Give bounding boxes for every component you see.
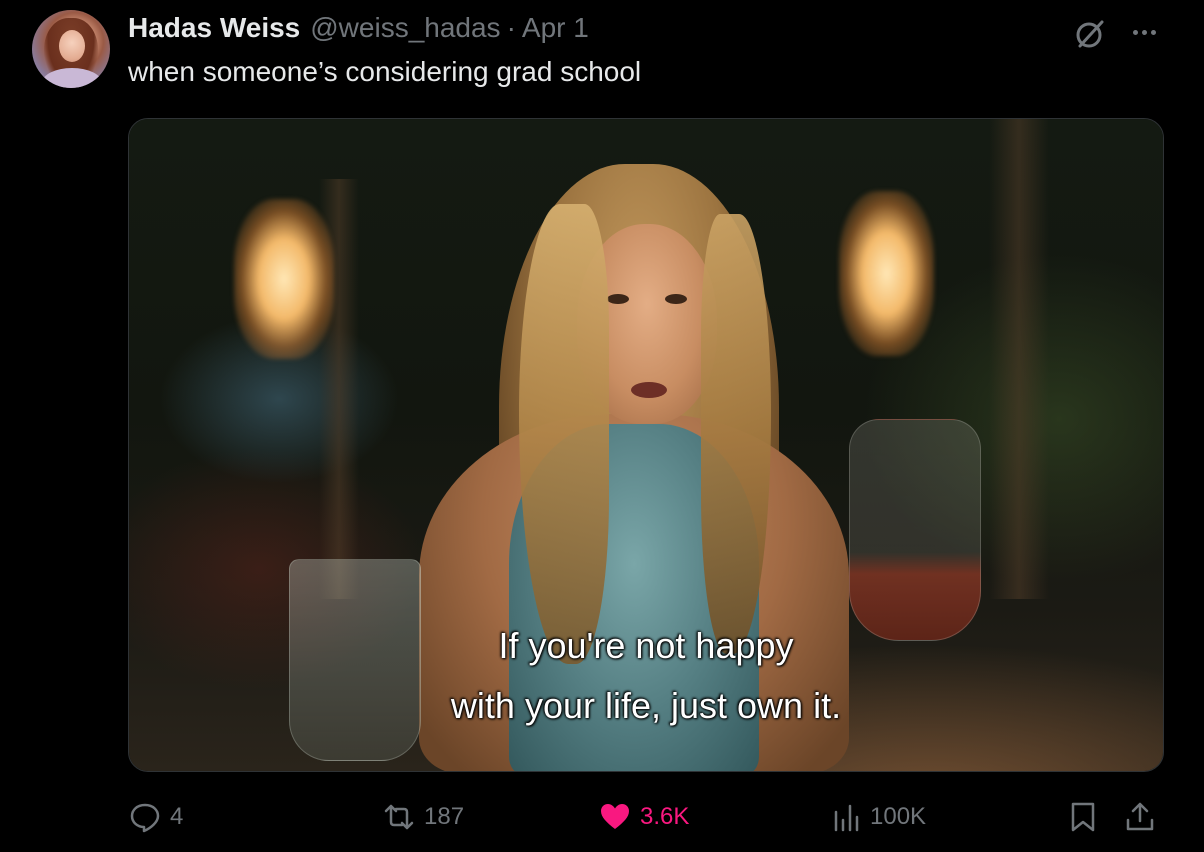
avatar[interactable] <box>32 10 110 88</box>
avatar-face <box>59 30 85 62</box>
tweet-header: Hadas Weiss @weiss_hadas · Apr 1 <box>128 12 589 48</box>
share-icon <box>1124 800 1156 834</box>
views-button[interactable]: 100K <box>832 796 926 838</box>
more-dot <box>1132 29 1138 35</box>
subtitle-line: If you're not happy <box>498 625 794 666</box>
lamp-light <box>234 199 334 359</box>
mouth <box>631 382 667 398</box>
display-name[interactable]: Hadas Weiss <box>128 12 300 44</box>
handle[interactable]: @weiss_hadas <box>310 12 500 44</box>
action-bar: 4 187 3.6K 100K <box>128 796 1168 838</box>
more-dot <box>1141 29 1147 35</box>
share-button[interactable] <box>1124 796 1156 838</box>
reply-count: 4 <box>170 803 184 830</box>
more-dot <box>1150 29 1156 35</box>
heart-filled-icon <box>598 800 632 834</box>
tweet: Hadas Weiss @weiss_hadas · Apr 1 when so… <box>0 0 1204 852</box>
repost-icon <box>382 800 416 834</box>
more-icon[interactable] <box>1124 14 1164 50</box>
repost-count: 187 <box>424 803 465 830</box>
tweet-media-image[interactable]: If you're not happy with your life, just… <box>128 118 1164 772</box>
bookmark-icon <box>1068 800 1098 834</box>
eye <box>607 294 629 304</box>
movie-subtitle: If you're not happy with your life, just… <box>129 616 1163 736</box>
reply-icon <box>128 800 162 834</box>
subtitle-line: with your life, just own it. <box>450 685 842 726</box>
bookmark-button[interactable] <box>1068 796 1098 838</box>
repost-button[interactable]: 187 <box>382 796 464 838</box>
eye <box>665 294 687 304</box>
like-button[interactable]: 3.6K <box>598 796 689 838</box>
separator-dot: · <box>506 12 516 43</box>
like-count: 3.6K <box>640 803 690 830</box>
views-count: 100K <box>870 803 927 830</box>
reply-button[interactable]: 4 <box>128 796 183 838</box>
grok-icon[interactable] <box>1072 16 1108 52</box>
tweet-date[interactable]: Apr 1 <box>522 12 589 44</box>
tweet-text: when someone’s considering grad school <box>128 56 642 87</box>
views-chart-icon <box>832 800 862 834</box>
background-pillar <box>989 119 1049 599</box>
